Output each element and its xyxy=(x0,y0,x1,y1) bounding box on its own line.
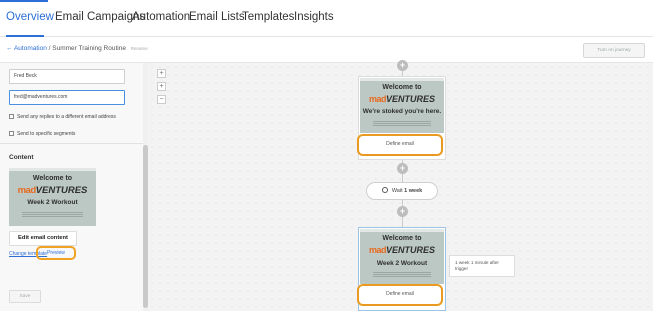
from-email-field[interactable]: fred@madventures.com xyxy=(9,90,125,105)
tab-automation[interactable]: Automation xyxy=(132,11,190,23)
rename-link[interactable]: Rename xyxy=(131,46,148,51)
define-email-button-1[interactable]: Define email xyxy=(357,134,443,156)
content-heading: Content xyxy=(9,154,34,161)
segments-option[interactable]: Send to specific segments xyxy=(9,131,75,137)
clock-icon xyxy=(381,187,388,193)
segments-label: Send to specific segments xyxy=(17,131,76,137)
preview-header-strip xyxy=(360,78,444,81)
zoom-in-button[interactable]: + xyxy=(157,69,166,78)
breadcrumb-bar: ← Automation / Summer Training Routine R… xyxy=(0,37,653,63)
wait-step[interactable]: Wait 1 week xyxy=(366,182,438,200)
tab-insights[interactable]: Insights xyxy=(294,11,334,23)
preview-body-text xyxy=(372,121,432,126)
tab-templates[interactable]: Templates xyxy=(242,11,294,23)
email-thumbnail: Welcome to madVENTURES Week 2 Workout xyxy=(9,168,96,226)
preview-subtitle: We're stoked you're here. xyxy=(362,108,442,115)
reply-to-option[interactable]: Send any replies to a different email ad… xyxy=(9,114,116,120)
preview-welcome: Welcome to xyxy=(382,235,422,242)
preview-link[interactable]: Preview xyxy=(36,246,76,260)
add-step-icon[interactable]: + xyxy=(397,163,408,174)
from-name-field[interactable]: Fred Beck xyxy=(9,69,125,84)
panel-divider xyxy=(0,143,147,144)
thumbnail-header-strip xyxy=(9,168,96,171)
tab-email-lists[interactable]: Email Lists xyxy=(189,11,245,23)
zoom-out-button[interactable]: − xyxy=(157,95,166,104)
preview-body-text xyxy=(372,272,432,277)
mad-ventures-logo: madVENTURES xyxy=(17,185,88,196)
add-step-icon[interactable]: + xyxy=(397,206,408,217)
reply-to-label: Send any replies to a different email ad… xyxy=(17,114,116,120)
thumbnail-subtitle: Week 2 Workout xyxy=(27,199,78,206)
breadcrumb: ← Automation / Summer Training Routine R… xyxy=(6,45,148,52)
trigger-timing-tooltip: 1 week 1 minute after trigger xyxy=(449,255,515,277)
preview-subtitle: Week 2 Workout xyxy=(376,260,428,267)
define-email-button-2[interactable]: Define email xyxy=(357,284,443,306)
breadcrumb-separator: / xyxy=(48,45,51,52)
mad-ventures-logo: madVENTURES xyxy=(368,94,436,104)
thumbnail-welcome: Welcome to xyxy=(32,175,73,182)
mad-ventures-logo: madVENTURES xyxy=(368,245,436,255)
edit-email-content-button[interactable]: Edit email content xyxy=(9,231,77,246)
zoom-fit-button[interactable]: + xyxy=(157,82,166,91)
reply-to-checkbox[interactable] xyxy=(9,114,14,119)
add-step-icon[interactable]: + xyxy=(397,60,408,71)
save-button[interactable]: Save xyxy=(9,290,41,303)
thumbnail-body-text xyxy=(22,212,83,217)
segments-checkbox[interactable] xyxy=(9,131,14,136)
top-navigation: Overview Email Campaigns Automation Emai… xyxy=(0,0,653,37)
tab-overview[interactable]: Overview xyxy=(6,11,54,23)
email-step-1-preview[interactable]: Welcome to madVENTURES We're stoked you'… xyxy=(360,78,444,133)
email-step-2-preview[interactable]: Welcome to madVENTURES Week 2 Workout xyxy=(360,229,444,284)
breadcrumb-automation-link[interactable]: ← Automation xyxy=(6,45,47,52)
preview-header-strip xyxy=(360,229,444,232)
preview-welcome: Welcome to xyxy=(382,84,422,91)
nav-top-accent xyxy=(0,0,48,2)
journey-title: Summer Training Routine xyxy=(52,45,126,52)
turn-on-journey-button[interactable]: Turn on journey xyxy=(583,43,645,58)
